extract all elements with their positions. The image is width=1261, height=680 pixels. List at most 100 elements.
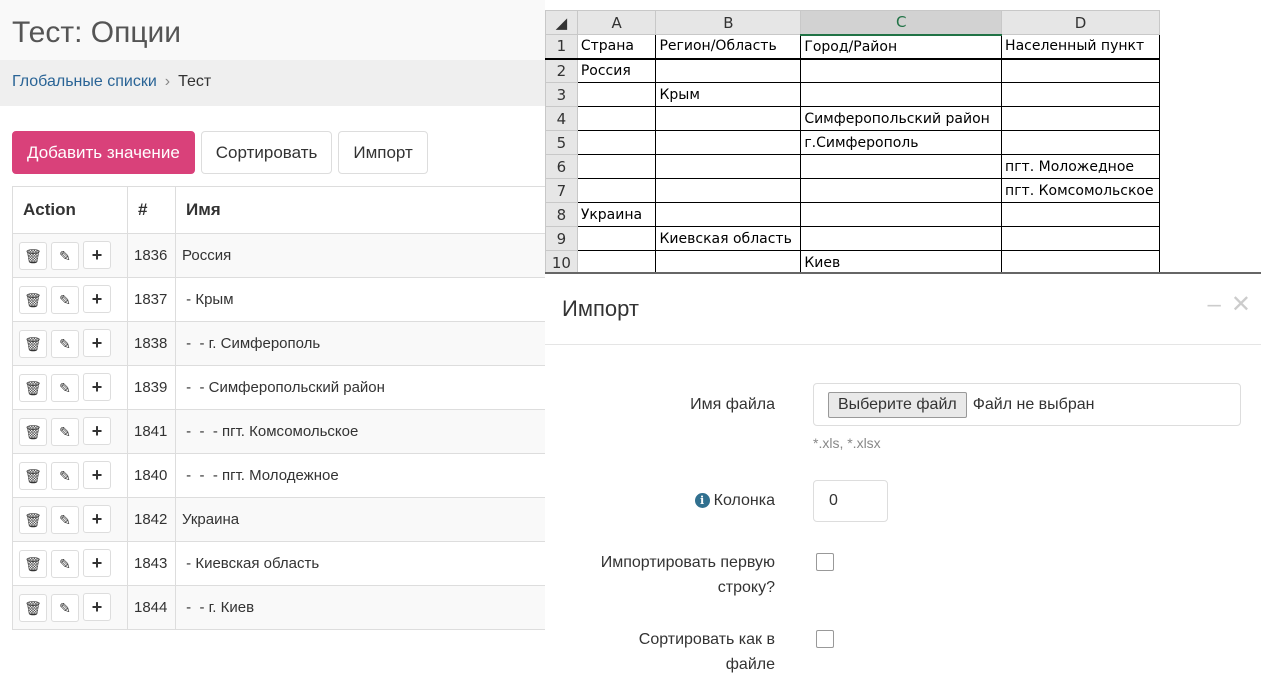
file-input[interactable]: Выберите файл Файл не выбран <box>813 383 1241 426</box>
edit-icon[interactable]: ✎ <box>51 418 79 446</box>
sheet-cell[interactable] <box>655 106 802 131</box>
edit-icon[interactable]: ✎ <box>51 462 79 490</box>
sheet-cell[interactable] <box>655 202 802 227</box>
add-child-icon[interactable]: + <box>83 505 111 533</box>
sheet-cell[interactable]: Россия <box>576 58 657 83</box>
id-cell: 1844 <box>127 585 176 630</box>
sheet-cell[interactable] <box>1001 226 1160 251</box>
sheet-cell[interactable] <box>1001 58 1160 83</box>
row-header[interactable]: 1 <box>545 34 578 60</box>
delete-icon[interactable]: 🗑 <box>19 594 47 622</box>
row-header[interactable]: 7 <box>545 178 578 203</box>
row-header[interactable]: 2 <box>545 58 578 83</box>
sheet-cell[interactable] <box>1001 250 1160 275</box>
sheet-cell[interactable]: пгт. Комсомольское <box>1001 178 1160 203</box>
sheet-cell[interactable] <box>800 226 1003 251</box>
sort-as-file-checkbox[interactable] <box>816 630 834 648</box>
sheet-cell[interactable] <box>800 58 1003 83</box>
delete-icon[interactable]: 🗑 <box>19 330 47 358</box>
import-button[interactable]: Импорт <box>338 131 428 174</box>
row-header[interactable]: 8 <box>545 202 578 227</box>
add-child-icon[interactable]: + <box>83 549 111 577</box>
breadcrumb-global-lists[interactable]: Глобальные списки <box>12 73 157 90</box>
edit-icon[interactable]: ✎ <box>51 242 79 270</box>
row-header[interactable]: 6 <box>545 154 578 179</box>
name-cell: - Киевская область <box>175 541 545 586</box>
sheet-cell[interactable] <box>1001 82 1160 107</box>
add-child-icon[interactable]: + <box>83 285 111 313</box>
sheet-cell[interactable] <box>576 106 657 131</box>
sheet-cell[interactable] <box>800 178 1003 203</box>
sheet-cell[interactable] <box>576 226 657 251</box>
delete-icon[interactable]: 🗑 <box>19 242 47 270</box>
sheet-cell[interactable]: Город/Район <box>800 34 1003 60</box>
column-header-name: Имя <box>175 186 545 234</box>
column-header-a[interactable]: A <box>576 10 657 35</box>
sort-button[interactable]: Сортировать <box>200 131 333 174</box>
column-header-d[interactable]: D <box>1001 10 1160 35</box>
column-header-c[interactable]: C <box>800 10 1003 36</box>
delete-icon[interactable]: 🗑 <box>19 550 47 578</box>
add-child-icon[interactable]: + <box>83 593 111 621</box>
add-child-icon[interactable]: + <box>83 241 111 269</box>
sheet-cell[interactable] <box>655 58 802 83</box>
sheet-cell[interactable] <box>800 154 1003 179</box>
row-header[interactable]: 10 <box>545 250 578 275</box>
name-cell: Украина <box>175 497 545 542</box>
delete-icon[interactable]: 🗑 <box>19 418 47 446</box>
add-child-icon[interactable]: + <box>83 373 111 401</box>
action-cell: 🗑 ✎ + <box>12 365 128 410</box>
sheet-cell[interactable] <box>655 130 802 155</box>
edit-icon[interactable]: ✎ <box>51 374 79 402</box>
sheet-cell[interactable] <box>576 178 657 203</box>
sheet-cell[interactable]: Украина <box>576 202 657 227</box>
column-input[interactable]: 0 <box>813 480 888 522</box>
sheet-cell[interactable] <box>655 154 802 179</box>
delete-icon[interactable]: 🗑 <box>19 506 47 534</box>
edit-icon[interactable]: ✎ <box>51 550 79 578</box>
sheet-cell[interactable] <box>800 202 1003 227</box>
row-header[interactable]: 3 <box>545 82 578 107</box>
add-child-icon[interactable]: + <box>83 329 111 357</box>
select-all-corner[interactable]: ◢ <box>545 10 578 35</box>
sheet-cell[interactable] <box>1001 202 1160 227</box>
edit-icon[interactable]: ✎ <box>51 594 79 622</box>
sheet-cell[interactable]: г.Симферополь <box>800 130 1003 155</box>
edit-icon[interactable]: ✎ <box>51 506 79 534</box>
row-header[interactable]: 5 <box>545 130 578 155</box>
row-header[interactable]: 9 <box>545 226 578 251</box>
add-value-button[interactable]: Добавить значение <box>12 131 195 174</box>
sheet-cell[interactable] <box>576 154 657 179</box>
close-icon[interactable]: ✕ <box>1231 291 1261 318</box>
sheet-cell[interactable] <box>576 82 657 107</box>
sheet-cell[interactable] <box>1001 130 1160 155</box>
info-icon[interactable]: i <box>694 493 710 508</box>
delete-icon[interactable]: 🗑 <box>19 286 47 314</box>
row-header[interactable]: 4 <box>545 106 578 131</box>
column-header-b[interactable]: B <box>655 10 802 35</box>
sheet-cell[interactable] <box>655 250 802 275</box>
sheet-cell[interactable]: Киевская область <box>655 226 802 251</box>
sheet-cell[interactable]: Симферопольский район <box>800 106 1003 131</box>
sheet-cell[interactable]: Киев <box>800 250 1003 275</box>
sheet-cell[interactable]: Страна <box>576 34 657 60</box>
edit-icon[interactable]: ✎ <box>51 286 79 314</box>
sheet-cell[interactable]: Регион/Область <box>655 34 802 60</box>
sheet-cell[interactable]: Населенный пункт <box>1001 34 1160 60</box>
sheet-cell[interactable]: пгт. Моложедное <box>1001 154 1160 179</box>
add-child-icon[interactable]: + <box>83 461 111 489</box>
edit-icon[interactable]: ✎ <box>51 330 79 358</box>
minimize-icon[interactable]: – <box>1208 291 1231 318</box>
delete-icon[interactable]: 🗑 <box>19 462 47 490</box>
sheet-cell[interactable]: Крым <box>655 82 802 107</box>
action-cell: 🗑 ✎ + <box>12 277 128 322</box>
delete-icon[interactable]: 🗑 <box>19 374 47 402</box>
sheet-cell[interactable] <box>1001 106 1160 131</box>
first-row-checkbox[interactable] <box>816 553 834 571</box>
sheet-cell[interactable] <box>576 130 657 155</box>
add-child-icon[interactable]: + <box>83 417 111 445</box>
choose-file-button[interactable]: Выберите файл <box>828 391 967 418</box>
sheet-cell[interactable] <box>800 82 1003 107</box>
sheet-cell[interactable] <box>655 178 802 203</box>
sheet-cell[interactable] <box>576 250 657 275</box>
